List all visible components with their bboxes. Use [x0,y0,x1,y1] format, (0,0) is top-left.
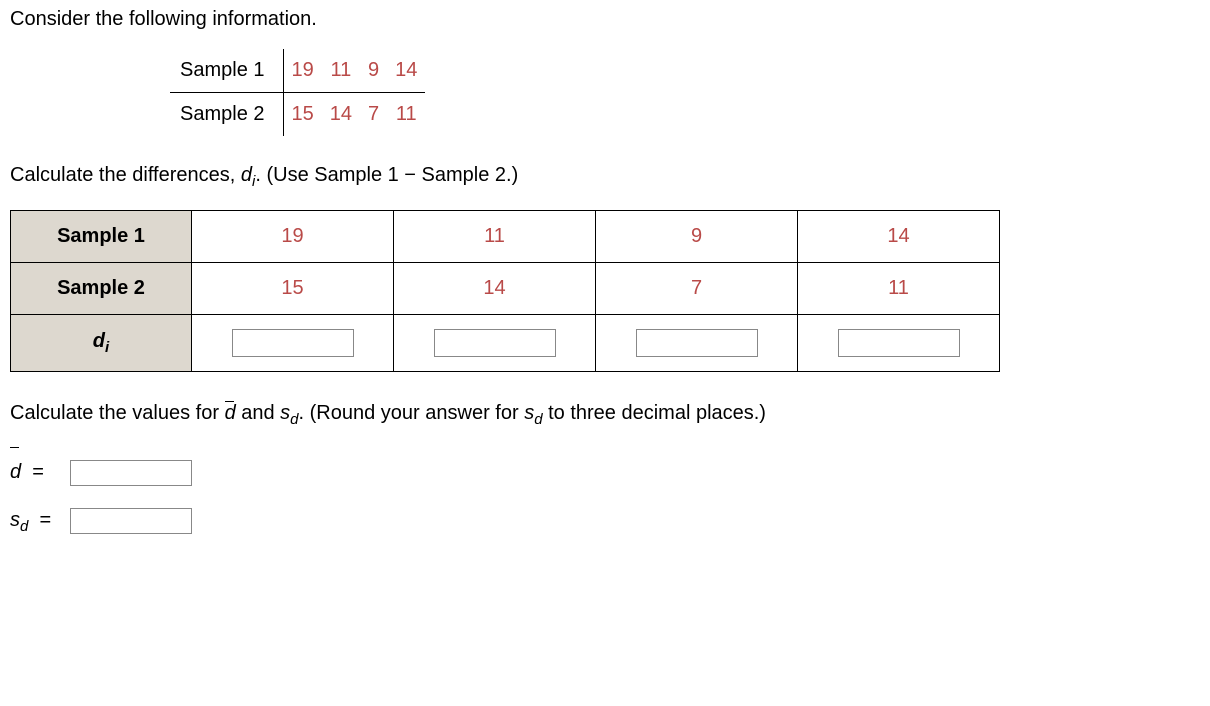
eq1: = [32,461,44,483]
sd-s-label: s [10,509,20,531]
sample1-label: Sample 1 [170,49,283,93]
sd-s-1: s [280,402,290,424]
t-s2-2: 14 [394,263,596,315]
dbar-row: d = [10,448,1200,496]
eq2: = [39,509,51,531]
sd-row: sd = [10,496,1200,545]
sample1-v1: 19 [283,49,322,93]
sd-input[interactable] [70,508,192,534]
samples-table: Sample 1 19 11 9 14 Sample 2 15 14 7 11 [170,49,425,136]
di-input-4[interactable] [838,329,960,357]
dbar-label: d [10,448,21,496]
sample2-v4: 11 [387,93,425,137]
sample2-v2: 14 [322,93,360,137]
sample1-v4: 14 [387,49,425,93]
sample1-v2: 11 [322,49,360,93]
sd-s-2: s [524,402,534,424]
t-s2-4: 11 [798,263,1000,315]
t-s2-3: 7 [596,263,798,315]
t-s1-3: 9 [596,211,798,263]
t-s1-2: 11 [394,211,596,263]
calc-values-instruction: Calculate the values for d and sd. (Roun… [10,402,1200,428]
intro-text: Consider the following information. [10,8,1200,31]
di-d-hdr: d [93,330,105,352]
sd-d-1: d [290,411,298,428]
calc-diff-suffix: (Use Sample 1 − Sample 2.) [261,164,518,186]
t-s1-1: 19 [192,211,394,263]
calc-values-suffix1: (Round your answer for [304,402,524,424]
differences-table: Sample 1 19 11 9 14 Sample 2 15 14 7 11 … [10,210,1000,372]
sample1-v3: 9 [360,49,387,93]
di-input-1[interactable] [232,329,354,357]
t-s2-1: 15 [192,263,394,315]
di-input-3[interactable] [636,329,758,357]
calc-values-mid: and [236,402,280,424]
calc-diff-prefix: Calculate the differences, [10,164,241,186]
dbar-input[interactable] [70,460,192,486]
sd-d-2: d [534,411,542,428]
di-d: d [241,164,252,186]
row-header-s1: Sample 1 [11,211,192,263]
t-s1-4: 14 [798,211,1000,263]
dbar-1: d [225,402,236,425]
calc-values-suffix2: to three decimal places.) [543,402,766,424]
sample2-label: Sample 2 [170,93,283,137]
sd-d-label: d [20,518,28,535]
row-header-di: di [11,315,192,372]
di-i-hdr: i [105,339,109,356]
row-header-s2: Sample 2 [11,263,192,315]
sample2-v1: 15 [283,93,322,137]
sample2-v3: 7 [360,93,387,137]
calc-diff-instruction: Calculate the differences, di. (Use Samp… [10,164,1200,190]
calc-values-prefix: Calculate the values for [10,402,225,424]
di-input-2[interactable] [434,329,556,357]
